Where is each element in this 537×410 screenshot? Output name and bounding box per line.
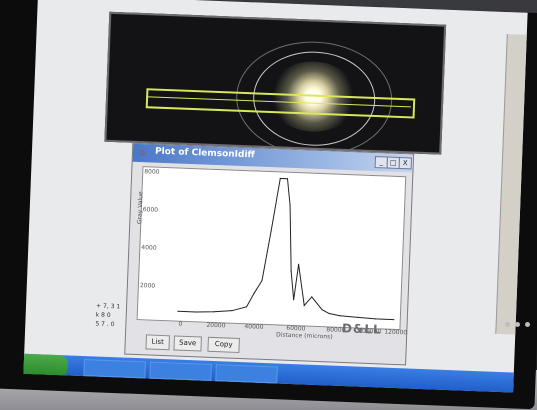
taskbar-item[interactable] (215, 364, 278, 384)
y-tick-label: 4000 (141, 244, 157, 252)
power-button[interactable] (525, 322, 530, 327)
start-button[interactable] (23, 353, 69, 378)
status-line: 5 7 . 0 (95, 320, 115, 329)
monitor-logo: D&LL (341, 321, 382, 337)
plot-window-title: Plot of ClemsonIdiff (154, 146, 255, 161)
monitor-button[interactable] (505, 322, 510, 327)
monitor-screen: ♨ Plot of ClemsonIdiff _ □ X 8000 6000 4… (23, 0, 528, 393)
taskbar-item[interactable] (149, 361, 212, 381)
x-tick-label: 120000 (384, 328, 408, 337)
x-axis-label: Distance (microns) (275, 331, 333, 341)
plot-area (136, 166, 407, 331)
save-button[interactable]: Save (173, 335, 202, 352)
monitor-button[interactable] (515, 322, 520, 327)
close-button[interactable]: X (398, 156, 413, 170)
java-cup-icon: ♨ (137, 146, 148, 159)
y-axis-label: Gray Value (136, 191, 145, 225)
profile-line (177, 177, 394, 321)
copy-button[interactable]: Copy (207, 336, 240, 353)
status-readout: + 7, 3 1 k 8 0 5 7 . 0 (95, 301, 120, 329)
taskbar-item[interactable] (83, 359, 146, 379)
x-tick-label: 20000 (206, 321, 226, 330)
profile-chart (177, 177, 395, 321)
diffraction-image-window (104, 11, 447, 159)
y-tick-label: 6000 (142, 206, 159, 214)
y-tick-label: 8000 (144, 168, 160, 176)
y-tick-label: 2000 (139, 282, 156, 290)
x-tick-label: 40000 (244, 323, 264, 331)
x-tick-label: 0 (178, 320, 183, 328)
list-button[interactable]: List (145, 334, 170, 351)
